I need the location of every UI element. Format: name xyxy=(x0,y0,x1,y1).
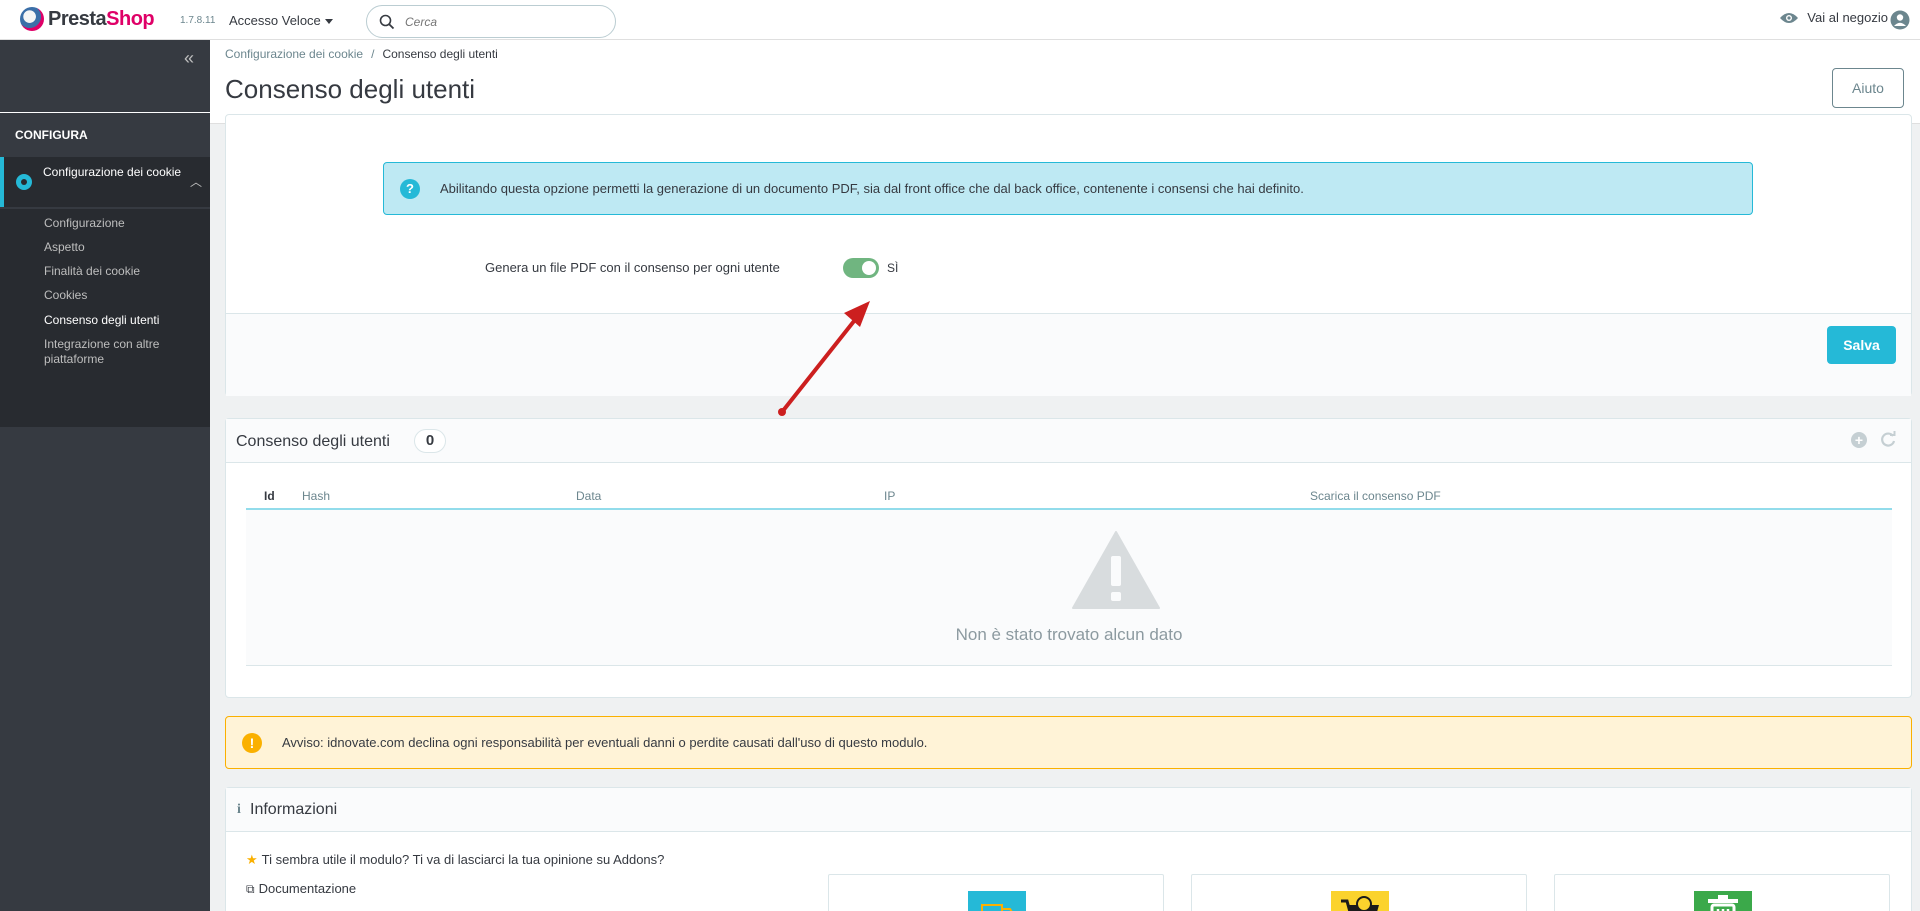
collapse-sidebar-icon[interactable]: « xyxy=(184,48,194,69)
top-header: PrestaShop 1.7.8.11 Accesso Veloce Vai a… xyxy=(0,0,1920,40)
quick-access-label: Accesso Veloce xyxy=(229,13,321,28)
shopping-cart-icon xyxy=(1331,891,1389,911)
rate-module-link[interactable]: ★ Ti sembra utile il modulo? Ti va di las… xyxy=(246,852,664,868)
search-icon xyxy=(379,14,395,30)
add-new-icon[interactable]: + xyxy=(1851,432,1867,448)
prestashop-penguin-icon xyxy=(20,7,44,31)
refresh-icon[interactable] xyxy=(1879,431,1897,449)
delivery-truck-icon xyxy=(968,891,1026,911)
info-alert: ? Abilitando questa opzione permetti la … xyxy=(383,162,1753,215)
caret-down-icon xyxy=(324,19,333,25)
count-badge: 0 xyxy=(414,429,446,453)
toggle-knob xyxy=(862,261,876,275)
module-card-cleanup[interactable] xyxy=(1554,874,1890,911)
user-account-icon[interactable] xyxy=(1890,10,1910,30)
pdf-config-card: ? Abilitando questa opzione permetti la … xyxy=(225,114,1912,396)
info-alert-text: Abilitando questa opzione permetti la ge… xyxy=(440,181,1304,196)
sidebar-subitem-consenso[interactable]: Consenso degli utenti xyxy=(44,313,159,327)
page-title: Consenso degli utenti xyxy=(225,74,476,104)
warning-alert: ! Avviso: idnovate.com declina ogni resp… xyxy=(225,716,1912,769)
table-title: Consenso degli utenti xyxy=(236,433,390,450)
quick-access-dropdown[interactable]: Accesso Veloce xyxy=(229,13,333,28)
page-header: Configurazione dei cookie / Consenso degli… xyxy=(210,40,1920,124)
column-header-id[interactable]: Id xyxy=(264,489,275,503)
module-card-shipping[interactable] xyxy=(828,874,1164,911)
star-icon: ★ xyxy=(246,852,258,867)
documentation-label: Documentazione xyxy=(258,881,357,896)
breadcrumb-parent[interactable]: Configurazione dei cookie xyxy=(225,47,363,61)
breadcrumb-current: Consenso degli utenti xyxy=(382,47,498,61)
sidebar-item-cookie-config[interactable]: Configurazione dei cookie ︿ xyxy=(0,157,210,207)
sidebar-subitem-integrazione[interactable]: Integrazione con altre piattaforme xyxy=(44,337,184,367)
info-card-header: i Informazioni xyxy=(226,788,1911,832)
version-label: 1.7.8.11 xyxy=(180,15,216,26)
annotation-arrow-icon xyxy=(778,301,870,416)
table-empty-state: Non è stato trovato alcun dato xyxy=(246,510,1892,666)
column-header-pdf[interactable]: Scarica il consenso PDF xyxy=(1310,489,1441,503)
consent-table-card: Consenso degli utenti 0 + Id Hash Data I… xyxy=(225,418,1912,698)
sidebar-subitem-cookies[interactable]: Cookies xyxy=(44,288,87,302)
eye-icon xyxy=(1780,12,1799,23)
warning-alert-text: Avviso: idnovate.com declina ogni respon… xyxy=(282,735,928,750)
breadcrumb-separator: / xyxy=(371,47,375,61)
exclamation-icon: ! xyxy=(242,733,262,753)
search-box[interactable] xyxy=(366,5,616,38)
breadcrumb: Configurazione dei cookie / Consenso degli… xyxy=(225,47,498,61)
empty-state-text: Non è stato trovato alcun dato xyxy=(955,625,1183,644)
sidebar-subitem-aspetto[interactable]: Aspetto xyxy=(44,240,85,254)
cookie-module-icon xyxy=(16,174,32,190)
documentation-link[interactable]: ⧉ Documentazione xyxy=(246,881,356,897)
module-card-cart[interactable] xyxy=(1191,874,1527,911)
warning-triangle-icon xyxy=(1072,531,1160,609)
rate-module-label: Ti sembra utile il modulo? Ti va di lasc… xyxy=(261,852,665,867)
column-header-data[interactable]: Data xyxy=(576,489,601,503)
sidebar-divider xyxy=(0,112,210,113)
sidebar-submenu: Configurazione Aspetto Finalità dei cook… xyxy=(0,209,210,427)
external-link-icon: ⧉ xyxy=(246,882,255,896)
save-button[interactable]: Salva xyxy=(1827,326,1896,364)
sidebar-subitem-finalita[interactable]: Finalità dei cookie xyxy=(44,264,140,278)
sidebar-section-title: CONFIGURA xyxy=(15,128,88,142)
column-header-hash[interactable]: Hash xyxy=(302,489,330,503)
pdf-option-label: Genera un file PDF con il consenso per o… xyxy=(485,260,780,275)
table-card-header: Consenso degli utenti 0 + xyxy=(226,419,1911,463)
information-card: i Informazioni ★ Ti sembra utile il modul… xyxy=(225,787,1912,911)
prestashop-logo[interactable]: PrestaShop xyxy=(20,7,155,31)
toggle-state-label: SÌ xyxy=(887,261,899,275)
main-content: ? Abilitando questa opzione permetti la … xyxy=(210,114,1920,911)
trash-bin-icon xyxy=(1694,891,1752,911)
info-card-title: Informazioni xyxy=(250,801,338,818)
sidebar-nav: « CONFIGURA Configurazione dei cookie ︿ … xyxy=(0,40,210,911)
chevron-up-icon: ︿ xyxy=(189,175,202,189)
pdf-toggle-switch[interactable] xyxy=(843,258,879,278)
view-shop-link[interactable]: Vai al negozio xyxy=(1779,10,1888,25)
card-footer: Salva xyxy=(226,313,1911,396)
view-shop-label: Vai al negozio xyxy=(1807,10,1888,25)
help-button[interactable]: Aiuto xyxy=(1832,68,1904,108)
sidebar-item-label: Configurazione dei cookie xyxy=(43,165,182,179)
search-input[interactable] xyxy=(405,13,605,31)
logo-text: PrestaShop xyxy=(48,7,155,30)
info-icon: i xyxy=(237,802,241,817)
column-header-ip[interactable]: IP xyxy=(884,489,895,503)
sidebar-subitem-configurazione[interactable]: Configurazione xyxy=(44,216,125,230)
question-icon: ? xyxy=(400,179,420,199)
